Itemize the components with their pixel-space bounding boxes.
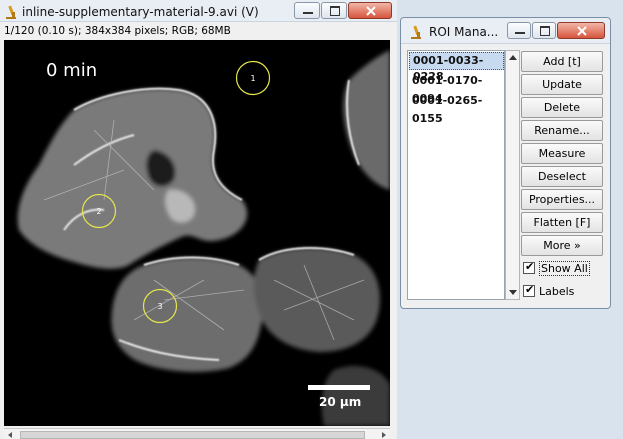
minimize-icon [303, 12, 313, 14]
update-button[interactable]: Update [521, 74, 603, 95]
scale-bar [308, 385, 370, 390]
scroll-up-arrow-icon[interactable] [509, 54, 517, 60]
roi-label-2: 2 [96, 207, 101, 216]
frame-scrollbar[interactable] [4, 428, 390, 439]
roi-list-item[interactable]: 0001-0033-0228 [409, 52, 504, 83]
maximize-icon [540, 26, 550, 36]
close-button[interactable] [348, 2, 392, 19]
minimize-icon [515, 32, 525, 34]
time-stamp: 0 min [46, 60, 98, 81]
maximize-button[interactable] [321, 2, 347, 19]
roi-manager-title: ROI Mana... [429, 25, 499, 39]
roi-list-item[interactable]: 0001-0265-0155 [409, 92, 504, 125]
roi-label-1: 1 [250, 74, 255, 83]
scroll-down-arrow-icon[interactable] [509, 290, 517, 296]
scroll-left-arrow-icon[interactable] [6, 431, 14, 439]
image-window-title: inline-supplementary-material-9.avi (V) [22, 5, 259, 19]
more-button[interactable]: More » [521, 235, 603, 256]
image-window: inline-supplementary-material-9.avi (V) … [0, 0, 397, 439]
close-icon [366, 6, 376, 16]
show-all-label: Show All [539, 261, 590, 276]
measure-button[interactable]: Measure [521, 143, 603, 164]
image-window-titlebar[interactable]: inline-supplementary-material-9.avi (V) [0, 0, 397, 22]
properties-button[interactable]: Properties... [521, 189, 603, 210]
show-all-checkbox[interactable]: ✔ [523, 260, 535, 274]
frame-scrollbar-thumb[interactable] [20, 431, 365, 439]
roi-manager-window: ROI Mana... 0001-0033-0228 0001-0170-009… [400, 17, 611, 309]
roi-list-item[interactable]: 0001-0170-0094 [409, 72, 504, 105]
scroll-right-arrow-icon[interactable] [380, 431, 388, 439]
roi-maximize-button[interactable] [532, 22, 556, 39]
labels-checkbox[interactable]: ✔ [523, 283, 535, 297]
rename-button[interactable]: Rename... [521, 120, 603, 141]
checkmark-icon: ✔ [525, 283, 535, 296]
roi-list[interactable]: 0001-0033-0228 0001-0170-0094 0001-0265-… [407, 50, 505, 300]
add-button[interactable]: Add [t] [521, 51, 603, 72]
image-info-line: 1/120 (0.10 s); 384x384 pixels; RGB; 68M… [4, 25, 231, 37]
checkmark-icon: ✔ [525, 260, 535, 273]
show-all-option[interactable]: ✔ Show All [521, 260, 605, 278]
roi-minimize-button[interactable] [507, 22, 531, 39]
labels-option[interactable]: ✔ Labels [521, 283, 605, 301]
microscopy-image: 1 2 3 [4, 40, 390, 426]
flatten-button[interactable]: Flatten [F] [521, 212, 603, 233]
imagej-microscope-icon [411, 25, 421, 39]
image-canvas[interactable]: 1 2 3 0 min 20 µm [4, 40, 390, 426]
roi-label-3: 3 [157, 302, 162, 311]
roi-list-scrollbar[interactable] [505, 50, 520, 300]
deselect-button[interactable]: Deselect [521, 166, 603, 187]
close-icon [577, 26, 587, 36]
imagej-microscope-icon [6, 5, 16, 19]
labels-label: Labels [539, 285, 575, 298]
minimize-button[interactable] [294, 2, 320, 19]
scale-bar-label: 20 µm [319, 395, 362, 409]
roi-close-button[interactable] [557, 22, 605, 39]
maximize-icon [330, 6, 340, 16]
delete-button[interactable]: Delete [521, 97, 603, 118]
roi-manager-titlebar[interactable]: ROI Mana... [401, 18, 610, 44]
